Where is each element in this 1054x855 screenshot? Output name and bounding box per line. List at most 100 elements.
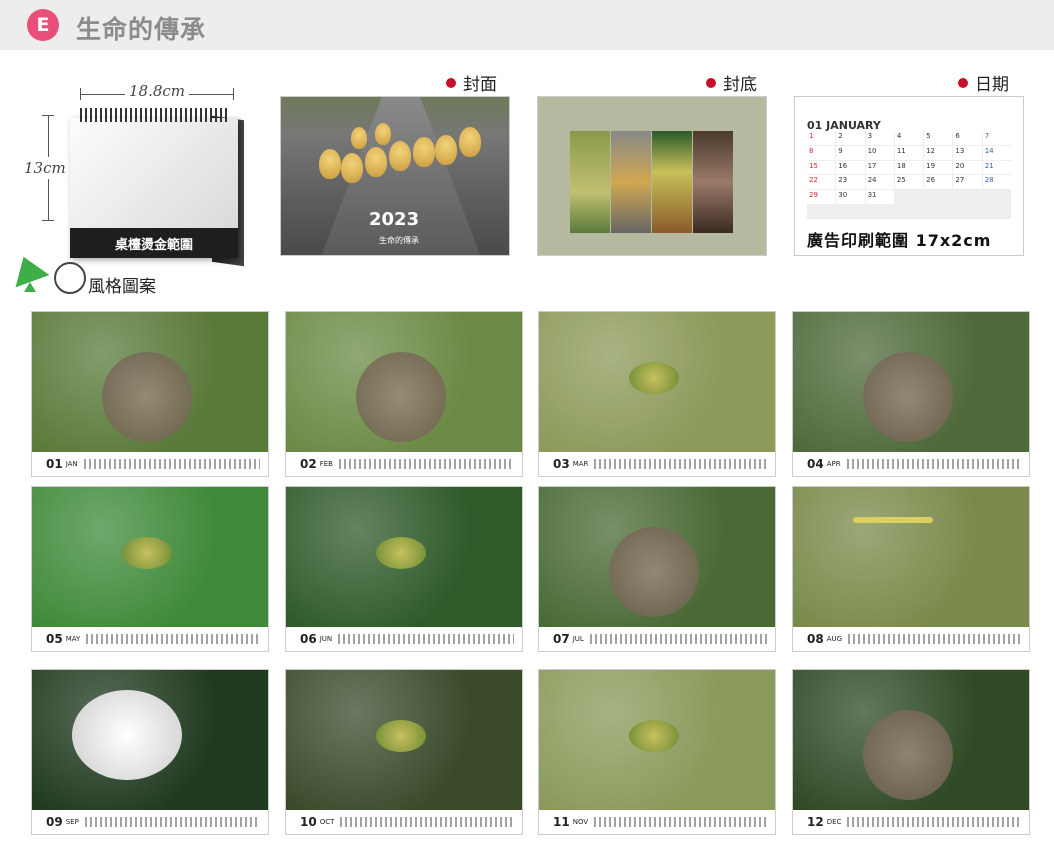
month-strip: 12 DEC bbox=[793, 810, 1029, 834]
month-name: NOV bbox=[572, 818, 589, 826]
month-strip: 04 APR bbox=[793, 452, 1029, 476]
date-cell: 8 bbox=[807, 145, 836, 160]
month-strip: 03 MAR bbox=[539, 452, 775, 476]
month-name: DEC bbox=[826, 818, 842, 826]
month-number: 03 bbox=[553, 457, 570, 471]
date-cell: 12 bbox=[924, 145, 953, 160]
cover-subtitle: 生命的傳承 bbox=[379, 236, 419, 245]
month-tile: 08 AUG bbox=[792, 486, 1030, 652]
month-number: 07 bbox=[553, 632, 570, 646]
back-cover-image bbox=[537, 96, 767, 256]
width-dimension: 18.8cm bbox=[80, 82, 234, 102]
month-number: 09 bbox=[46, 815, 63, 829]
month-tile: 09 SEP bbox=[31, 669, 269, 835]
girl-face-icon bbox=[54, 262, 86, 294]
date-cell: 31 bbox=[865, 190, 894, 205]
red-dot-icon bbox=[958, 77, 968, 88]
month-tile: 03 MAR bbox=[538, 311, 776, 477]
desk-base-label: 桌檯燙金範圍 bbox=[70, 228, 238, 258]
month-tile: 04 APR bbox=[792, 311, 1030, 477]
day-row bbox=[86, 634, 260, 644]
header-bar: E 生命的傳承 bbox=[0, 0, 1054, 50]
month-number: 10 bbox=[300, 815, 317, 829]
month-tile: 11 NOV bbox=[538, 669, 776, 835]
day-row bbox=[847, 817, 1021, 827]
date-panel: 01 JANUARY 1 2 3 4 5 6 7 8 9 10 11 12 13 14 15 16 17 18 19… bbox=[794, 96, 1024, 256]
month-tile: 02 FEB bbox=[285, 311, 523, 477]
month-name: FEB bbox=[319, 460, 333, 468]
month-name: JUL bbox=[572, 635, 584, 643]
month-number: 02 bbox=[300, 457, 317, 471]
date-cell: 1 bbox=[807, 131, 836, 145]
date-cell: 16 bbox=[836, 160, 865, 175]
month-tile: 01 JAN bbox=[31, 311, 269, 477]
date-cell: 5 bbox=[924, 131, 953, 145]
month-photo bbox=[32, 312, 268, 452]
day-row bbox=[848, 634, 1021, 644]
dates-label: 日期 bbox=[958, 70, 1009, 95]
month-name: JAN bbox=[65, 460, 78, 468]
date-cell: 4 bbox=[894, 131, 924, 145]
spiral-binding bbox=[80, 108, 230, 122]
month-number: 06 bbox=[300, 632, 317, 646]
date-cell: 29 bbox=[807, 190, 836, 205]
date-cell: 17 bbox=[865, 160, 894, 175]
date-cell: 10 bbox=[865, 145, 894, 160]
day-row bbox=[338, 459, 514, 469]
month-tile: 12 DEC bbox=[792, 669, 1030, 835]
date-cell: 20 bbox=[953, 160, 982, 175]
date-cell: 23 bbox=[836, 175, 865, 190]
month-number: 12 bbox=[807, 815, 824, 829]
month-photo bbox=[539, 487, 775, 627]
date-cell: 6 bbox=[953, 131, 982, 145]
date-cell: 15 bbox=[807, 160, 836, 175]
cover-year: 2023 bbox=[369, 209, 420, 230]
month-tile: 10 OCT bbox=[285, 669, 523, 835]
date-cell: 11 bbox=[894, 145, 924, 160]
date-cell: 7 bbox=[982, 131, 1011, 145]
red-dot-icon bbox=[446, 77, 456, 88]
month-tile: 06 JUN bbox=[285, 486, 523, 652]
red-dot-icon bbox=[706, 77, 716, 88]
height-label: 13cm bbox=[24, 157, 66, 179]
ad-range-label: 廣告印刷範圍 17x2cm bbox=[807, 231, 992, 250]
desk-calendar-mockup: 桌檯燙金範圍 bbox=[66, 108, 246, 267]
month-strip: 01 JAN bbox=[32, 452, 268, 476]
month-photo bbox=[793, 487, 1029, 627]
day-row bbox=[846, 459, 1021, 469]
month-tile: 05 MAY bbox=[31, 486, 269, 652]
day-row bbox=[84, 817, 260, 827]
month-strip: 09 SEP bbox=[32, 810, 268, 834]
day-row bbox=[594, 817, 767, 827]
date-cell: 21 bbox=[982, 160, 1011, 175]
month-strip: 07 JUL bbox=[539, 627, 775, 651]
date-cell: 3 bbox=[865, 131, 894, 145]
month-photo bbox=[793, 670, 1029, 810]
month-photo bbox=[539, 312, 775, 452]
month-number: 04 bbox=[807, 457, 824, 471]
month-photo bbox=[286, 670, 522, 810]
cover-image: 2023 生命的傳承 bbox=[280, 96, 510, 256]
month-photo bbox=[32, 487, 268, 627]
date-cell: 22 bbox=[807, 175, 836, 190]
date-cell: 25 bbox=[894, 175, 924, 190]
date-cell: 24 bbox=[865, 175, 894, 190]
month-tile: 07 JUL bbox=[538, 486, 776, 652]
month-photo bbox=[286, 487, 522, 627]
date-cell: 28 bbox=[982, 175, 1011, 190]
date-cell: 19 bbox=[924, 160, 953, 175]
month-strip: 11 NOV bbox=[539, 810, 775, 834]
section-badge: E bbox=[27, 9, 59, 41]
date-cell: 26 bbox=[924, 175, 953, 190]
day-row bbox=[83, 459, 260, 469]
month-strip: 05 MAY bbox=[32, 627, 268, 651]
month-name: MAR bbox=[572, 460, 589, 468]
month-photo bbox=[32, 670, 268, 810]
month-photo bbox=[539, 670, 775, 810]
date-grid: 1 2 3 4 5 6 7 8 9 10 11 12 13 14 15 16 17 18 19 20 21 22 23 24 2… bbox=[807, 131, 1011, 219]
month-number: 08 bbox=[807, 632, 824, 646]
cover-label: 封面 bbox=[446, 70, 497, 95]
month-name: MAY bbox=[65, 635, 81, 643]
month-strip: 08 AUG bbox=[793, 627, 1029, 651]
date-cell: 27 bbox=[953, 175, 982, 190]
